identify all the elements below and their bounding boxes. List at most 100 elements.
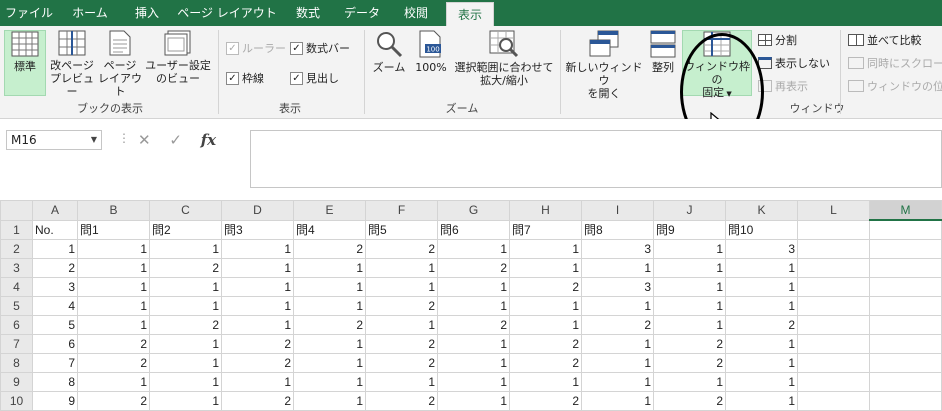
zoom-to-selection-button[interactable]: 選択範囲に合わせて 拡大/縮小 [454,30,554,96]
cell[interactable]: 1 [437,239,510,259]
row-header[interactable]: 5 [0,296,33,316]
cell[interactable]: 2 [77,334,150,354]
cell[interactable]: 問5 [365,219,438,240]
cell[interactable] [797,353,870,373]
ruler-checkbox[interactable]: ✓ ルーラー [226,40,286,56]
cell[interactable]: 1 [725,277,798,297]
column-header-c[interactable]: C [149,200,222,221]
zoom-100-button[interactable]: 100 100% [410,30,452,96]
cell[interactable]: 4 [32,296,78,316]
cell[interactable]: 1 [221,296,294,316]
column-header-m[interactable]: M [869,200,942,221]
cell[interactable]: 1 [581,372,654,392]
enter-icon[interactable]: ✓ [169,131,182,149]
cell[interactable]: 1 [293,277,366,297]
cell[interactable]: 1 [653,372,726,392]
cell[interactable]: 2 [149,315,222,335]
cell[interactable]: 1 [149,353,222,373]
cell[interactable]: 1 [725,372,798,392]
zoom-button[interactable]: ズーム [370,30,408,96]
cell[interactable]: 9 [32,391,78,411]
cell[interactable]: 8 [32,372,78,392]
cell[interactable]: 1 [293,391,366,411]
cell[interactable]: 1 [437,372,510,392]
cell[interactable]: 1 [653,296,726,316]
cell[interactable] [869,277,942,297]
cell[interactable]: 1 [725,258,798,278]
cell[interactable] [797,372,870,392]
formula-input[interactable] [250,130,942,188]
cell[interactable]: 2 [581,315,654,335]
cell[interactable]: 3 [581,239,654,259]
cell[interactable] [869,219,942,240]
cell[interactable]: 2 [365,334,438,354]
cell[interactable]: 1 [365,277,438,297]
cell[interactable]: 1 [437,277,510,297]
cell[interactable]: 1 [149,391,222,411]
synchronous-scrolling-button[interactable]: 同時にスクロール [848,55,942,71]
cell[interactable]: 1 [725,353,798,373]
row-header[interactable]: 6 [0,315,33,335]
cell[interactable]: 1 [149,334,222,354]
cell[interactable]: 2 [509,277,582,297]
page-break-preview-button[interactable]: 改ページ プレビュー [48,30,96,98]
cell[interactable]: 1 [365,315,438,335]
cell[interactable]: 1 [293,372,366,392]
normal-view-button[interactable]: 標準 [4,30,46,96]
cell[interactable]: 1 [725,296,798,316]
cell[interactable]: 問10 [725,219,798,240]
cell[interactable]: 1 [725,334,798,354]
cell[interactable]: 1 [221,239,294,259]
row-header[interactable]: 7 [0,334,33,354]
cell[interactable]: 1 [509,239,582,259]
cell[interactable]: 2 [77,391,150,411]
cell[interactable]: 問3 [221,219,294,240]
cell[interactable]: 1 [149,239,222,259]
cell[interactable]: 1 [77,372,150,392]
cell[interactable]: 1 [437,353,510,373]
cell[interactable]: 問2 [149,219,222,240]
cell[interactable]: 2 [437,315,510,335]
cell[interactable]: 2 [77,353,150,373]
cell[interactable]: 1 [581,353,654,373]
insert-function-icon[interactable]: fx [201,131,216,149]
column-header-b[interactable]: B [77,200,150,221]
cell[interactable]: 2 [653,391,726,411]
freeze-panes-button[interactable]: ウィンドウ枠の 固定 ▼ [682,30,752,99]
cell[interactable]: 1 [221,372,294,392]
arrange-all-button[interactable]: 整列 [646,30,680,96]
cell[interactable]: 2 [365,353,438,373]
cell[interactable]: 3 [725,239,798,259]
cell[interactable]: 2 [509,334,582,354]
chevron-down-icon[interactable]: ▼ [91,131,97,149]
cell[interactable] [869,239,942,259]
cell[interactable] [797,334,870,354]
new-window-button[interactable]: 新しいウィンドウ を開く [564,30,644,100]
cell[interactable]: 問7 [509,219,582,240]
unhide-window-button[interactable]: 再表示 [758,78,808,94]
name-box[interactable]: M16 ▼ [6,130,102,150]
cell[interactable]: 1 [77,315,150,335]
cell[interactable] [869,334,942,354]
cell[interactable]: 2 [509,353,582,373]
cell[interactable]: 1 [149,277,222,297]
cell[interactable] [869,315,942,335]
cell[interactable]: 1 [581,391,654,411]
cell[interactable]: 1 [581,334,654,354]
cell[interactable]: 1 [77,258,150,278]
cell[interactable]: 2 [365,296,438,316]
column-header-d[interactable]: D [221,200,294,221]
cell[interactable]: 1 [509,315,582,335]
cell[interactable]: 2 [653,334,726,354]
cell[interactable]: 1 [221,315,294,335]
cell[interactable]: 2 [653,353,726,373]
cell[interactable]: 2 [221,353,294,373]
headings-checkbox[interactable]: ✓ 見出し [290,70,339,86]
cell[interactable]: 問1 [77,219,150,240]
cell[interactable]: 1 [77,239,150,259]
cell[interactable]: 1 [365,258,438,278]
cell[interactable] [797,296,870,316]
cell[interactable]: 1 [293,296,366,316]
cell[interactable] [869,353,942,373]
custom-views-button[interactable]: ユーザー設定 のビュー [144,30,212,96]
